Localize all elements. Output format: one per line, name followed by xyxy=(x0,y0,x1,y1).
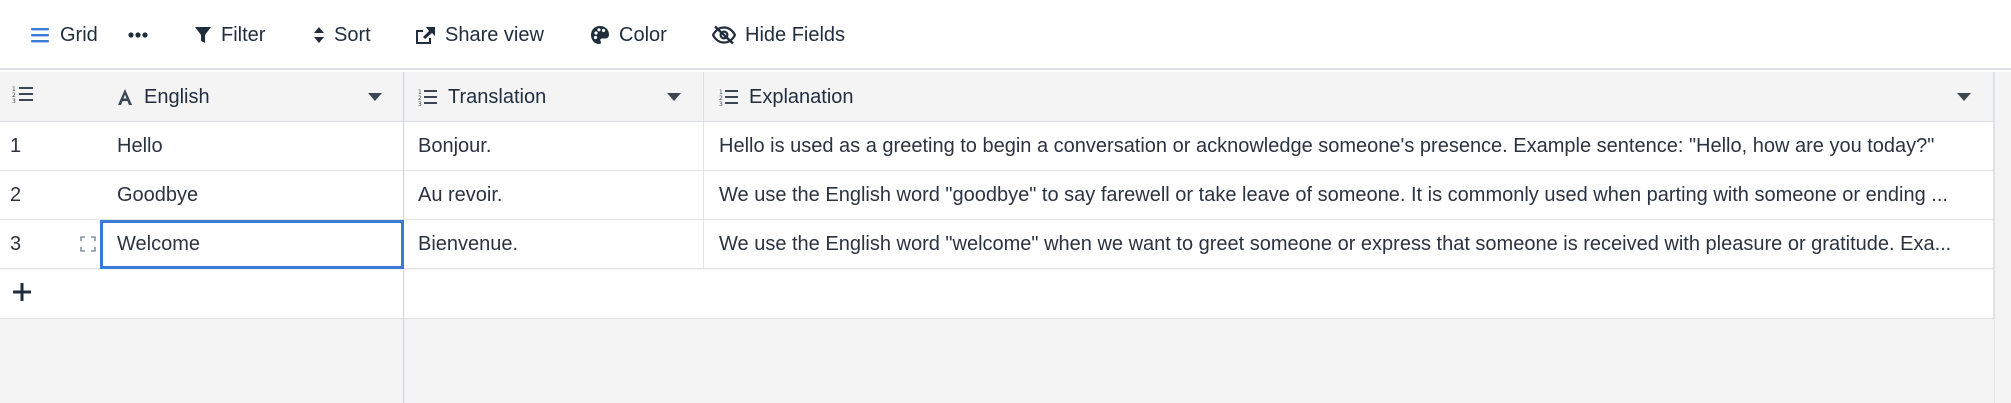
table-row[interactable]: 3 Welcome xyxy=(0,220,404,269)
table-row[interactable]: Bienvenue. We use the English word "welc… xyxy=(404,220,1994,269)
cell-explanation-text: Hello is used as a greeting to begin a c… xyxy=(719,135,1935,157)
row-number: 1 xyxy=(10,135,22,157)
hamburger-icon xyxy=(30,26,50,44)
table-row[interactable]: Bonjour. Hello is used as a greeting to … xyxy=(404,122,1994,171)
grid-view-label: Grid xyxy=(60,23,98,46)
table-row[interactable]: Au revoir. We use the English word "good… xyxy=(404,171,1994,220)
cell-english-text: Hello xyxy=(117,135,163,157)
cell-explanation[interactable]: We use the English word "goodbye" to say… xyxy=(704,171,1994,220)
svg-text:3: 3 xyxy=(719,101,723,106)
add-row-bar xyxy=(0,270,403,319)
column-title-translation: Translation xyxy=(448,85,547,108)
expand-icon[interactable] xyxy=(80,236,96,257)
grid-view-button[interactable]: Grid xyxy=(30,15,98,55)
row-number-header[interactable]: 123 xyxy=(0,72,100,122)
frozen-columns-pane: 123 English 1 Hello 2 Goodbye 3 Welcome xyxy=(0,72,404,403)
scrollable-columns-pane: 123 Translation 123 Explanation Bonjour.… xyxy=(404,72,1994,403)
list-icon: 123 xyxy=(719,88,739,106)
color-label: Color xyxy=(619,23,667,46)
column-title-english: English xyxy=(144,85,210,108)
cell-english-text: Welcome xyxy=(117,233,200,255)
list-icon: 123 xyxy=(418,88,438,106)
sort-label: Sort xyxy=(334,23,371,46)
cell-explanation-text: We use the English word "goodbye" to say… xyxy=(719,184,1948,206)
color-button[interactable]: Color xyxy=(590,15,667,55)
cell-english[interactable]: Hello xyxy=(100,122,404,171)
cell-translation[interactable]: Au revoir. xyxy=(404,171,704,220)
ellipsis-icon xyxy=(128,31,148,39)
cell-explanation[interactable]: Hello is used as a greeting to begin a c… xyxy=(704,122,1994,171)
column-header-translation[interactable]: 123 Translation xyxy=(404,72,704,122)
letter-a-icon xyxy=(116,88,134,106)
plus-icon[interactable] xyxy=(12,282,38,308)
toolbar: Grid Filter Sort Share view Color Hide F… xyxy=(0,0,2011,70)
cell-translation-text: Bonjour. xyxy=(418,135,492,157)
row-list-icon: 123 xyxy=(12,85,34,109)
more-options-button[interactable] xyxy=(128,15,148,55)
cell-explanation[interactable]: We use the English word "welcome" when w… xyxy=(704,220,1994,269)
svg-text:3: 3 xyxy=(418,101,422,106)
cell-english-selected[interactable]: Welcome xyxy=(100,220,404,269)
add-row-bar-right xyxy=(404,270,1994,319)
column-header-english[interactable]: English xyxy=(100,72,404,122)
column-header-explanation[interactable]: 123 Explanation xyxy=(704,72,1994,122)
filter-label: Filter xyxy=(221,23,266,46)
cell-translation-text: Au revoir. xyxy=(418,184,503,206)
cell-translation[interactable]: Bienvenue. xyxy=(404,220,704,269)
cell-english[interactable]: Goodbye xyxy=(100,171,404,220)
table-row[interactable]: 1 Hello xyxy=(0,122,403,171)
row-number-text: 3 xyxy=(10,233,22,255)
svg-text:3: 3 xyxy=(12,98,16,103)
row-number: 2 xyxy=(10,184,22,206)
funnel-icon xyxy=(194,25,212,45)
cell-translation-text: Bienvenue. xyxy=(418,233,519,255)
share-icon xyxy=(414,25,436,45)
data-grid: 123 English 1 Hello 2 Goodbye 3 Welcome … xyxy=(0,72,2011,403)
hide-fields-label: Hide Fields xyxy=(745,23,846,46)
chevron-down-icon[interactable] xyxy=(1957,93,1971,101)
sort-arrows-icon xyxy=(313,25,325,45)
header-row: 123 Translation 123 Explanation xyxy=(404,72,1994,122)
vertical-scrollbar[interactable] xyxy=(1994,72,2011,403)
cell-english-text: Goodbye xyxy=(117,184,199,206)
filter-button[interactable]: Filter xyxy=(194,15,265,55)
cell-explanation-text: We use the English word "welcome" when w… xyxy=(719,233,1952,255)
share-view-label: Share view xyxy=(445,23,544,46)
palette-icon xyxy=(590,25,610,45)
column-title-explanation: Explanation xyxy=(749,85,854,108)
cell-translation[interactable]: Bonjour. xyxy=(404,122,704,171)
sort-button[interactable]: Sort xyxy=(313,15,371,55)
share-view-button[interactable]: Share view xyxy=(414,15,544,55)
hide-fields-button[interactable]: Hide Fields xyxy=(712,15,845,55)
eye-slash-icon xyxy=(712,25,736,45)
table-row[interactable]: 2 Goodbye xyxy=(0,171,403,220)
header-row: 123 English xyxy=(0,72,403,122)
chevron-down-icon[interactable] xyxy=(368,93,382,101)
chevron-down-icon[interactable] xyxy=(667,93,681,101)
